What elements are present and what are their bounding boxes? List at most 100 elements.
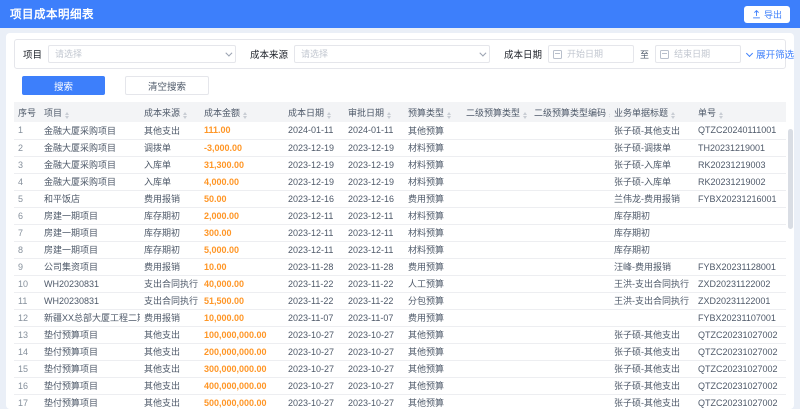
table-cell xyxy=(462,258,530,276)
table-cell xyxy=(462,309,530,327)
column-header[interactable]: 二级预算类型 xyxy=(462,102,530,122)
table-row: 2 金融大厦采购项目 调拨单 -3,000.00 2023-12-19 2023-12-1… xyxy=(14,139,786,157)
column-header[interactable]: 项目 xyxy=(40,102,140,122)
table-cell: 王洪-支出合同执行 xyxy=(610,275,694,293)
table-row: 9 公司集资项目 费用报销 10.00 2023-11-28 2023-11-28 费用预算… xyxy=(14,258,786,276)
chevron-down-icon xyxy=(746,49,754,57)
table-row: 15 垫付预算项目 其他支出 300,000,000.00 2023-10-27 2023… xyxy=(14,360,786,378)
sort-icon[interactable] xyxy=(387,111,392,119)
date-end-input[interactable] xyxy=(655,45,742,63)
table-cell xyxy=(530,156,610,174)
table-cell xyxy=(462,190,530,208)
table-row: 3 金融大厦采购项目 入库单 31,300.00 2023-12-19 2023-12-1… xyxy=(14,156,786,174)
table-cell: 2023-12-11 xyxy=(284,207,344,225)
sort-icon[interactable] xyxy=(65,111,70,119)
table-cell: 400,000,000.00 xyxy=(200,377,284,395)
table-cell: 其他预算 xyxy=(404,394,462,409)
table-cell: 14 xyxy=(14,343,40,361)
table-cell: 材料预算 xyxy=(404,173,462,191)
column-header-label: 二级预算类型 xyxy=(466,107,521,118)
column-header-label: 序号 xyxy=(18,107,37,118)
sort-icon[interactable] xyxy=(183,111,188,119)
column-header-label: 成本日期 xyxy=(288,107,325,118)
table-cell xyxy=(462,122,530,140)
date-start-field[interactable] xyxy=(548,45,635,63)
sort-icon[interactable] xyxy=(523,111,528,119)
search-button[interactable]: 搜索 xyxy=(22,76,106,95)
column-header[interactable]: 单号 xyxy=(694,102,786,122)
source-select[interactable] xyxy=(294,45,491,63)
table-cell xyxy=(462,241,530,259)
table-cell: 垫付预算项目 xyxy=(40,377,140,395)
table-cell: 2023-10-27 xyxy=(344,326,404,344)
sort-icon[interactable] xyxy=(719,111,724,119)
project-select[interactable] xyxy=(48,45,237,63)
table-cell: 支出合同执行 xyxy=(140,275,200,293)
table-cell: 张子硕-其他支出 xyxy=(610,394,694,409)
column-header[interactable]: 业务单据标题 xyxy=(610,102,694,122)
action-row: 搜索 清空搜索 xyxy=(22,76,786,95)
sort-icon[interactable] xyxy=(671,111,676,119)
table-cell: 王洪-支出合同执行 xyxy=(610,292,694,310)
project-select-input[interactable] xyxy=(48,45,237,63)
table-cell xyxy=(462,139,530,157)
table-cell: 垫付预算项目 xyxy=(40,326,140,344)
table-body: 1 金融大厦采购项目 其他支出 111.00 2024-01-11 2024-01-11 其… xyxy=(14,122,786,409)
column-header[interactable]: 审批日期 xyxy=(344,102,404,122)
expand-filter-link[interactable]: 展开筛选 xyxy=(746,47,794,61)
table-cell: 其他预算 xyxy=(404,122,462,140)
table-cell: 2023-12-19 xyxy=(284,156,344,174)
table-cell: 其他支出 xyxy=(140,343,200,361)
table-row: 12 新疆XX总部大厦工程二期 费用报销 10,000.00 2023-11-07 202… xyxy=(14,309,786,327)
table-cell: 2023-12-16 xyxy=(344,190,404,208)
table-cell xyxy=(462,207,530,225)
table-cell xyxy=(462,360,530,378)
column-header[interactable]: 成本来源 xyxy=(140,102,200,122)
table-cell: 材料预算 xyxy=(404,207,462,225)
clear-search-button[interactable]: 清空搜索 xyxy=(125,76,210,95)
table-row: 17 垫付预算项目 其他支出 500,000,000.00 2023-10-27 2023… xyxy=(14,394,786,409)
export-button[interactable]: 导出 xyxy=(743,5,790,23)
table-row: 7 房建一期项目 库存期初 300.00 2023-12-11 2023-12-11 材料预… xyxy=(14,224,786,242)
table-cell: 张子硕-其他支出 xyxy=(610,377,694,395)
table-cell: 2023-10-27 xyxy=(344,394,404,409)
table-cell: 费用报销 xyxy=(140,309,200,327)
sort-icon[interactable] xyxy=(243,111,248,119)
table-cell: 材料预算 xyxy=(404,156,462,174)
table-cell: 张子硕-入库单 xyxy=(610,156,694,174)
column-header[interactable]: 二级预算类型编码 xyxy=(530,102,610,122)
date-end-field[interactable] xyxy=(655,45,742,63)
table-cell: 张子硕-其他支出 xyxy=(610,326,694,344)
table-cell xyxy=(462,173,530,191)
table-cell xyxy=(530,326,610,344)
table-cell: QTZC20231027002 xyxy=(694,343,786,361)
table-cell xyxy=(462,326,530,344)
date-range-separator: 至 xyxy=(640,49,650,60)
table-cell: 其他预算 xyxy=(404,360,462,378)
table-cell xyxy=(530,377,610,395)
table-cell: ZXD20231122001 xyxy=(694,292,786,310)
sort-icon[interactable] xyxy=(447,111,452,119)
table-row: 1 金融大厦采购项目 其他支出 111.00 2024-01-11 2024-01-11 其… xyxy=(14,122,786,140)
table-cell: 垫付预算项目 xyxy=(40,343,140,361)
table-cell: 入库单 xyxy=(140,156,200,174)
sort-icon[interactable] xyxy=(609,111,610,119)
table-cell: 房建一期项目 xyxy=(40,241,140,259)
table-cell: 其他支出 xyxy=(140,394,200,409)
column-header[interactable]: 成本金额 xyxy=(200,102,284,122)
date-start-input[interactable] xyxy=(548,45,635,63)
vertical-scrollbar[interactable] xyxy=(788,129,793,229)
table-cell: 13 xyxy=(14,326,40,344)
column-header-label: 成本来源 xyxy=(144,107,181,118)
table-row: 11 WH20230831 支出合同执行 51,500.00 2023-11-22 202… xyxy=(14,292,786,310)
source-select-input[interactable] xyxy=(294,45,491,63)
table-cell: 2023-10-27 xyxy=(344,343,404,361)
table-cell: 垫付预算项目 xyxy=(40,360,140,378)
table-cell: 2023-12-11 xyxy=(344,241,404,259)
table-cell: 2023-12-19 xyxy=(344,156,404,174)
sort-icon[interactable] xyxy=(327,111,332,119)
table-cell: 2023-10-27 xyxy=(344,377,404,395)
table-cell: 2023-10-27 xyxy=(284,343,344,361)
column-header[interactable]: 预算类型 xyxy=(404,102,462,122)
column-header[interactable]: 成本日期 xyxy=(284,102,344,122)
